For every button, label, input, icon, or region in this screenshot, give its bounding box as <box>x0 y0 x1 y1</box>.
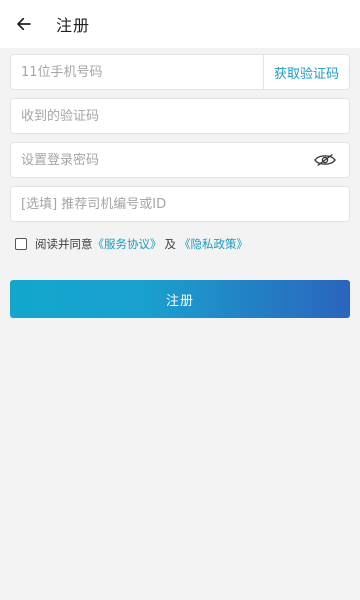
phone-input[interactable] <box>11 55 263 89</box>
register-screen: 注册 获取验证码 阅读并同意 《服务协 <box>0 0 360 600</box>
get-code-button[interactable]: 获取验证码 <box>264 63 349 82</box>
password-input[interactable] <box>11 143 311 177</box>
code-field-wrapper <box>10 98 350 134</box>
agreement-prefix: 阅读并同意 <box>35 237 93 251</box>
top-bar: 注册 <box>0 0 360 48</box>
register-button[interactable]: 注册 <box>10 280 350 318</box>
referral-input[interactable] <box>11 187 349 221</box>
back-button[interactable] <box>12 12 36 36</box>
agreement-row: 阅读并同意 《服务协议》 及 《隐私政策》 <box>15 236 350 252</box>
verification-code-input[interactable] <box>11 99 349 133</box>
privacy-policy-link[interactable]: 《隐私政策》 <box>179 236 248 252</box>
phone-field-wrapper: 获取验证码 <box>10 54 350 90</box>
arrow-left-icon <box>17 17 31 31</box>
referral-field-wrapper <box>10 186 350 222</box>
page-title: 注册 <box>56 16 91 35</box>
eye-hidden-icon <box>314 153 336 167</box>
password-field-wrapper <box>10 142 350 178</box>
register-form: 获取验证码 阅读并同意 《服务协议》 及 《隐私政策》 注 <box>0 48 360 318</box>
agreement-checkbox[interactable] <box>15 238 27 250</box>
password-visibility-toggle[interactable] <box>311 150 339 170</box>
service-agreement-link[interactable]: 《服务协议》 <box>93 236 162 252</box>
agreement-joiner: 及 <box>164 237 177 251</box>
